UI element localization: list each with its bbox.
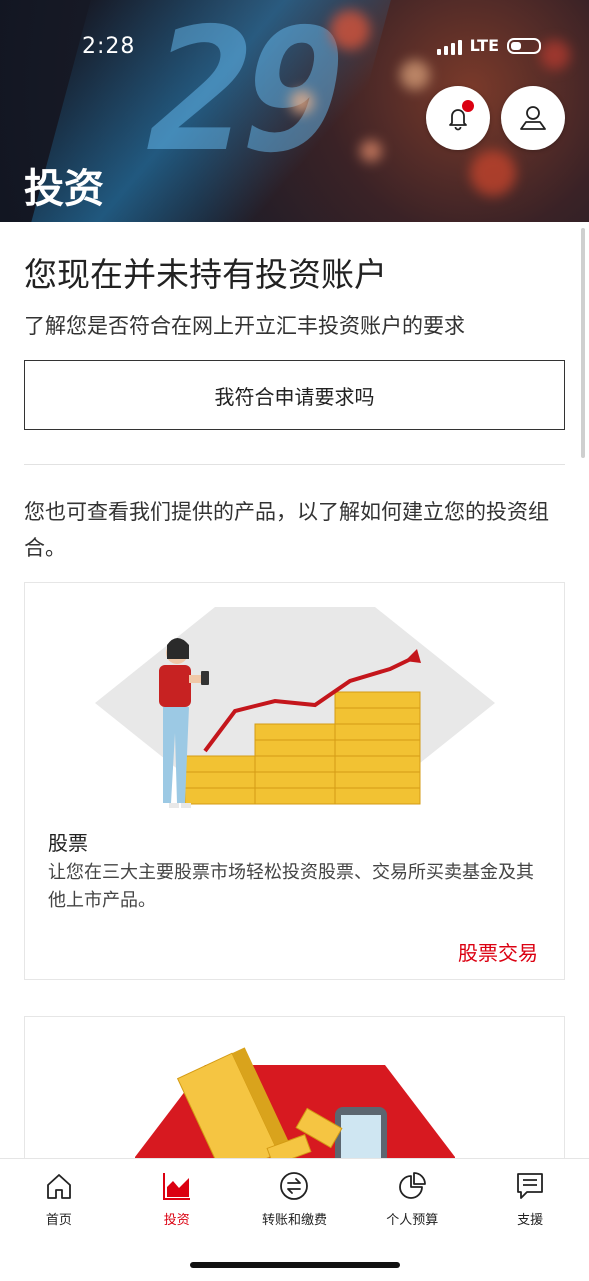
banner-bokeh bbox=[540, 40, 570, 70]
nav-label-transfer: 转账和缴费 bbox=[261, 1213, 327, 1228]
banner-bokeh bbox=[360, 140, 382, 162]
stocks-card-title: 股票 bbox=[48, 831, 88, 855]
no-account-subtitle: 了解您是否符合在网上开立汇丰投资账户的要求 bbox=[24, 314, 465, 338]
nav-label-support: 支援 bbox=[517, 1213, 544, 1228]
banner-bokeh bbox=[290, 90, 314, 114]
transfer-icon bbox=[280, 1172, 309, 1200]
pie-chart-icon bbox=[399, 1172, 427, 1199]
banner-bokeh bbox=[470, 150, 516, 196]
nav-label-home: 首页 bbox=[45, 1213, 72, 1228]
scrollbar[interactable] bbox=[581, 228, 585, 458]
home-icon bbox=[46, 1174, 71, 1199]
stock-trading-link[interactable]: 股票交易 bbox=[458, 937, 538, 966]
page-title: 投资 bbox=[24, 166, 104, 212]
nav-item-home[interactable]: 首页 bbox=[0, 1159, 118, 1281]
stocks-card[interactable]: 股票 让您在三大主要股票市场轻松投资股票、交易所买卖基金及其他上市产品。 股票交… bbox=[24, 582, 565, 980]
stocks-illustration bbox=[95, 607, 495, 808]
investment-chart-icon bbox=[162, 1173, 190, 1200]
home-indicator[interactable] bbox=[190, 1262, 400, 1268]
notification-badge bbox=[462, 100, 474, 112]
header-banner: 29 2:28 LTE 投资 bbox=[0, 0, 589, 222]
status-time: 2:28 bbox=[82, 34, 136, 59]
eligibility-check-button[interactable]: 我符合申请要求吗 bbox=[24, 360, 565, 430]
profile-button[interactable] bbox=[501, 86, 565, 150]
chat-support-icon bbox=[517, 1173, 543, 1199]
signal-icon bbox=[436, 37, 462, 55]
intro-text: 您也可查看我们提供的产品，以了解如何建立您的投资组合。 bbox=[24, 500, 549, 560]
banner-bokeh bbox=[330, 10, 370, 50]
no-account-title: 您现在并未持有投资账户 bbox=[24, 255, 387, 294]
nav-item-support[interactable]: 支援 bbox=[471, 1159, 589, 1281]
section-divider bbox=[24, 464, 565, 465]
user-icon bbox=[520, 106, 546, 130]
status-indicators: LTE bbox=[436, 36, 541, 55]
stocks-card-description: 让您在三大主要股票市场轻松投资股票、交易所买卖基金及其他上市产品。 bbox=[48, 862, 534, 911]
nav-label-budget: 个人预算 bbox=[386, 1213, 439, 1228]
notifications-button[interactable] bbox=[426, 86, 490, 150]
battery-icon bbox=[507, 37, 541, 54]
network-type: LTE bbox=[469, 36, 499, 55]
nav-label-investment: 投资 bbox=[163, 1213, 190, 1228]
banner-bokeh bbox=[400, 60, 430, 90]
